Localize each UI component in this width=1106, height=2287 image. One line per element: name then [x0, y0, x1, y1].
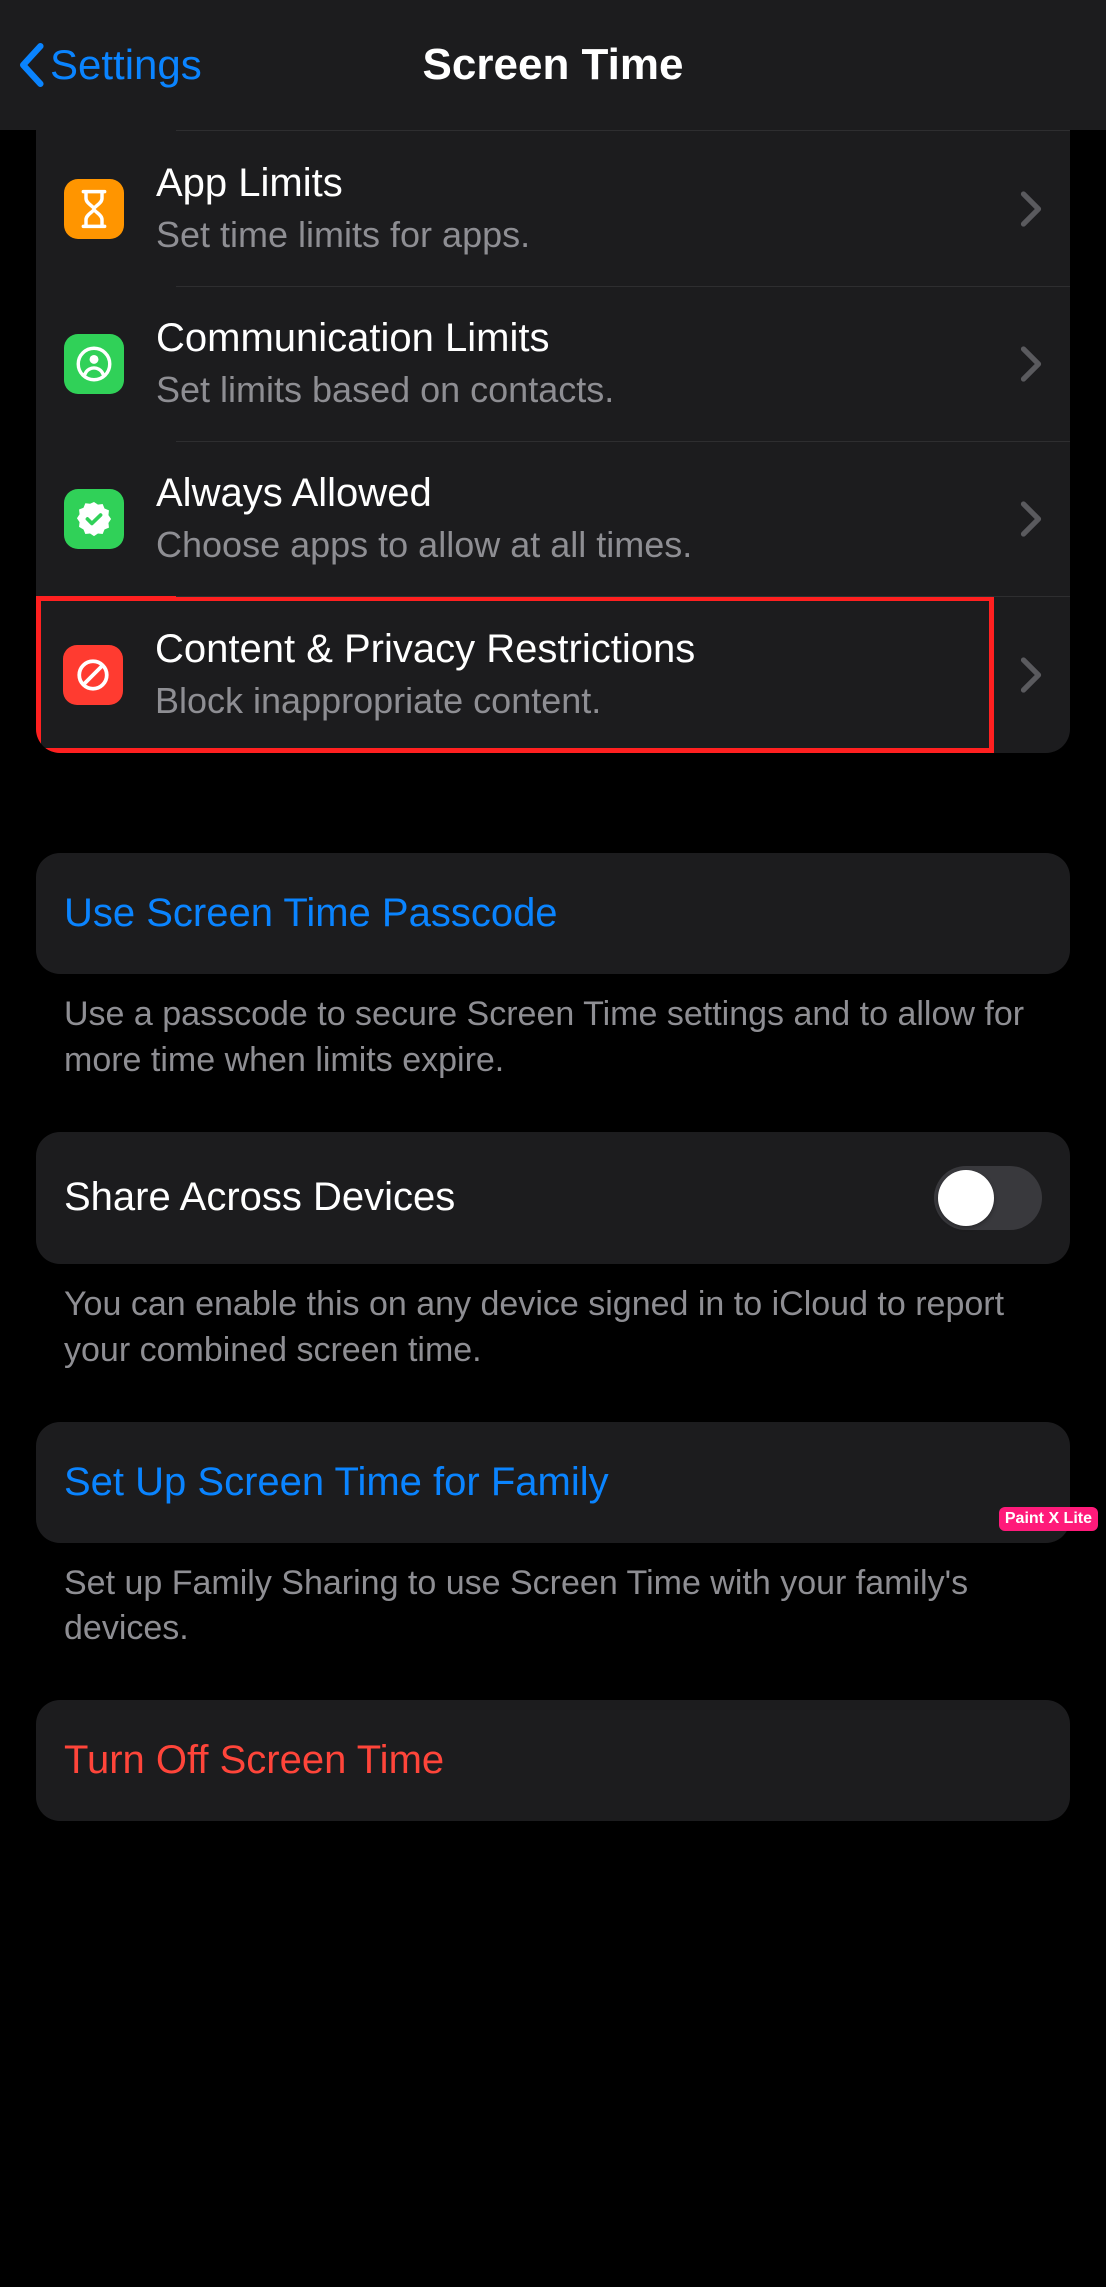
setup-family-button[interactable]: Set Up Screen Time for Family — [36, 1422, 1070, 1543]
action-label: Set Up Screen Time for Family — [64, 1460, 609, 1504]
action-label: Turn Off Screen Time — [64, 1738, 444, 1782]
row-title: Communication Limits — [156, 316, 1008, 361]
use-passcode-button[interactable]: Use Screen Time Passcode — [36, 853, 1070, 974]
row-app-limits[interactable]: App Limits Set time limits for apps. — [36, 131, 1070, 286]
row-subtitle: Block inappropriate content. — [155, 680, 967, 722]
row-text: Communication Limits Set limits based on… — [156, 316, 1008, 411]
switch-knob — [938, 1170, 994, 1226]
turn-off-button[interactable]: Turn Off Screen Time — [36, 1700, 1070, 1821]
row-content-privacy[interactable]: Content & Privacy Restrictions Block ina… — [36, 596, 1070, 753]
chevron-right-icon — [1020, 346, 1042, 382]
row-subtitle: Choose apps to allow at all times. — [156, 524, 1008, 566]
toggle-label: Share Across Devices — [64, 1175, 455, 1220]
seal-check-icon — [64, 489, 124, 549]
hourglass-icon — [64, 179, 124, 239]
share-footer: You can enable this on any device signed… — [36, 1264, 1070, 1374]
row-title: Content & Privacy Restrictions — [155, 627, 967, 672]
back-label: Settings — [50, 41, 202, 89]
chevron-right-icon — [1020, 501, 1042, 537]
share-toggle[interactable] — [934, 1166, 1042, 1230]
family-footer: Set up Family Sharing to use Screen Time… — [36, 1543, 1070, 1653]
back-button[interactable]: Settings — [18, 41, 202, 89]
settings-group: App Limits Set time limits for apps. Com… — [36, 130, 1070, 753]
chevron-left-icon — [18, 43, 44, 87]
page-title: Screen Time — [423, 40, 684, 90]
person-circle-icon — [64, 334, 124, 394]
navbar: Settings Screen Time — [0, 0, 1106, 130]
chevron-right-icon — [1020, 657, 1042, 693]
row-subtitle: Set limits based on contacts. — [156, 369, 1008, 411]
watermark-badge: Paint X Lite — [999, 1507, 1098, 1531]
row-share-across-devices: Share Across Devices — [36, 1132, 1070, 1264]
row-subtitle: Set time limits for apps. — [156, 214, 1008, 256]
row-title: Always Allowed — [156, 471, 1008, 516]
no-entry-icon — [63, 645, 123, 705]
highlight-box: Content & Privacy Restrictions Block ina… — [36, 596, 994, 753]
row-text: Always Allowed Choose apps to allow at a… — [156, 471, 1008, 566]
chevron-right-icon — [1020, 191, 1042, 227]
row-text: Content & Privacy Restrictions Block ina… — [155, 627, 967, 722]
row-always-allowed[interactable]: Always Allowed Choose apps to allow at a… — [36, 441, 1070, 596]
row-communication-limits[interactable]: Communication Limits Set limits based on… — [36, 286, 1070, 441]
row-text: App Limits Set time limits for apps. — [156, 161, 1008, 256]
passcode-footer: Use a passcode to secure Screen Time set… — [36, 974, 1070, 1084]
row-title: App Limits — [156, 161, 1008, 206]
action-label: Use Screen Time Passcode — [64, 891, 558, 935]
